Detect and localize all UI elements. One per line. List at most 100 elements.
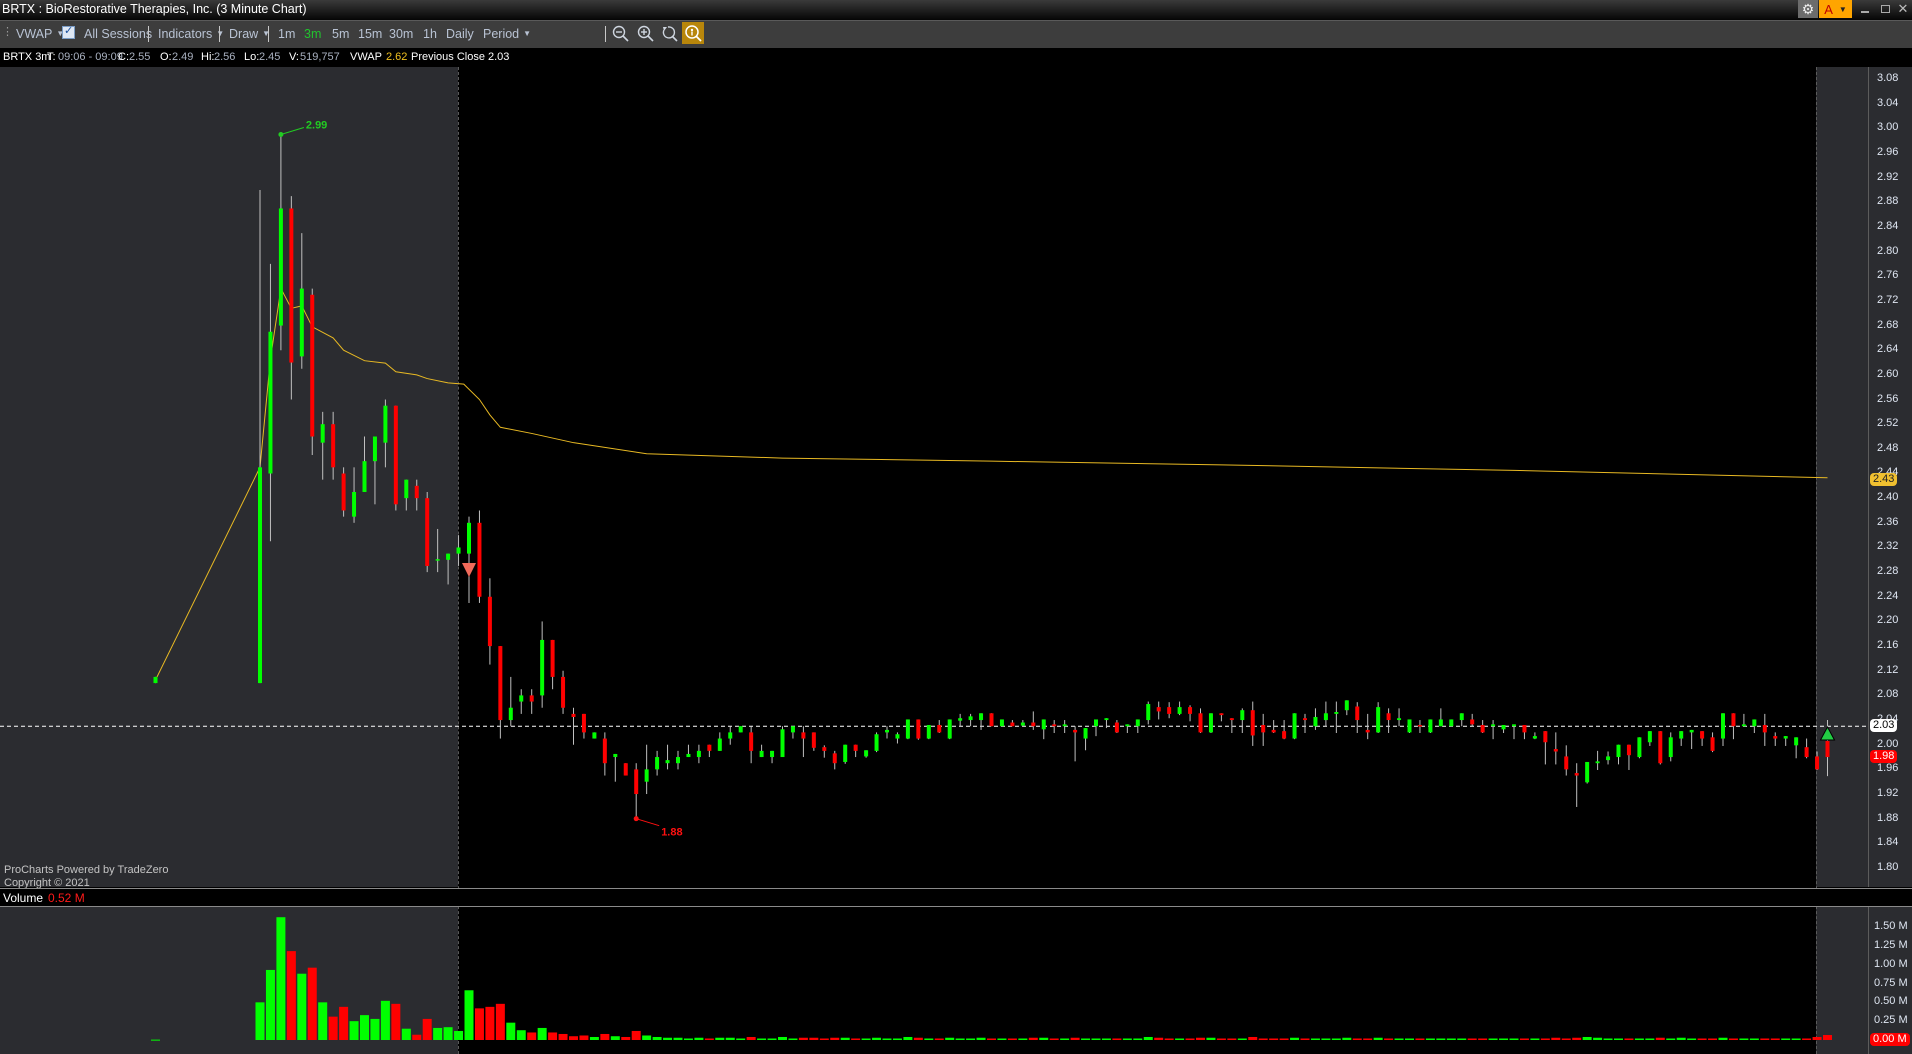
candle-body	[519, 695, 524, 702]
candle-body	[770, 750, 775, 758]
candle-body	[561, 676, 566, 708]
candle-body	[1397, 718, 1402, 721]
volume-bar	[1237, 1038, 1247, 1040]
last-price-badge: 1.98	[1870, 750, 1898, 764]
candle-body	[1219, 713, 1224, 716]
volume-bar	[987, 1038, 996, 1040]
candle-body	[853, 744, 858, 751]
candle-body	[874, 734, 879, 751]
volume-bar	[1321, 1038, 1331, 1040]
volume-bar	[1478, 1038, 1488, 1040]
volume-bar	[892, 1038, 902, 1040]
candle-body	[1229, 718, 1234, 721]
candle-body	[1574, 773, 1579, 776]
low-marker-label: 1.88	[661, 827, 682, 839]
volume-bar	[286, 951, 296, 1040]
candle-body	[1020, 722, 1025, 726]
candle-body	[1783, 736, 1788, 739]
price-tick-label: 2.60	[1877, 367, 1899, 380]
volume-bar	[1175, 1038, 1185, 1040]
candle-body	[1041, 719, 1046, 730]
candle-body	[1031, 722, 1036, 727]
volume-bar	[537, 1027, 547, 1040]
volume-bar	[474, 1008, 484, 1040]
volume-bar	[495, 1003, 505, 1040]
candle-body	[529, 695, 534, 702]
candle-body	[1501, 724, 1506, 730]
candle-body	[1386, 713, 1391, 721]
volume-bar	[1196, 1037, 1205, 1040]
volume-bar	[819, 1038, 829, 1040]
candle-body	[1376, 707, 1381, 733]
price-tick-label: 2.36	[1877, 515, 1899, 528]
volume-bar	[1781, 1038, 1791, 1040]
candle-body	[1522, 724, 1527, 733]
volume-bar	[600, 1033, 610, 1040]
candle-body	[372, 436, 377, 462]
volume-bar	[558, 1033, 568, 1040]
candle-body	[1668, 737, 1673, 758]
candle-body	[1637, 737, 1642, 758]
volume-bar	[934, 1038, 944, 1040]
candle-body	[895, 734, 900, 739]
candle-body	[1700, 731, 1705, 739]
candle-body	[1762, 724, 1767, 733]
volume-bar	[924, 1038, 934, 1040]
volume-bar	[1530, 1038, 1540, 1040]
volume-bar	[1802, 1038, 1812, 1040]
volume-tick-label: 1.25 M	[1874, 938, 1908, 951]
price-tick-label: 1.84	[1877, 836, 1899, 849]
volume-bar	[412, 1034, 422, 1040]
candle-body	[299, 288, 304, 357]
candle-body	[362, 461, 367, 492]
volume-bar	[297, 973, 307, 1040]
candle-body	[832, 753, 837, 764]
volume-bar	[360, 1015, 369, 1040]
volume-bar	[1216, 1038, 1226, 1040]
volume-bar	[1310, 1038, 1320, 1040]
candle-body	[467, 522, 471, 554]
volume-bar	[955, 1038, 965, 1040]
volume-bar	[1666, 1038, 1676, 1040]
volume-bar	[1812, 1036, 1822, 1040]
candle-body	[1146, 704, 1151, 721]
volume-bar	[506, 1022, 516, 1040]
candle-body	[278, 208, 283, 326]
volume-bar	[1007, 1038, 1017, 1040]
candle-body	[320, 424, 325, 443]
candle-body	[958, 718, 963, 721]
volume-bar	[1551, 1037, 1561, 1040]
candle-body	[1804, 747, 1809, 758]
volume-bar	[1352, 1038, 1362, 1040]
volume-bar	[673, 1037, 683, 1040]
volume-bar	[1593, 1037, 1603, 1040]
volume-bar	[1425, 1038, 1435, 1040]
candle-body	[258, 467, 262, 684]
price-tick-label: 2.92	[1877, 170, 1899, 183]
candle-body	[696, 750, 701, 758]
volume-bar	[1206, 1037, 1216, 1040]
candle-body	[352, 491, 357, 517]
high-marker-label: 2.99	[306, 119, 327, 131]
vwap-price-badge: 2.43	[1870, 472, 1898, 486]
volume-bar	[1687, 1038, 1697, 1040]
candle-body	[498, 646, 503, 721]
volume-bar	[454, 1030, 464, 1040]
price-tick-label: 2.52	[1877, 417, 1899, 430]
candle-body	[1428, 719, 1433, 733]
candle-body	[634, 769, 639, 795]
candle-body	[1125, 724, 1130, 727]
volume-bar	[1342, 1037, 1352, 1040]
volume-bar	[1300, 1038, 1310, 1040]
volume-bar	[809, 1037, 819, 1040]
volume-bar	[1572, 1037, 1582, 1040]
candle-body	[331, 424, 336, 468]
price-tick-label: 2.64	[1877, 343, 1899, 356]
candle-body	[341, 473, 346, 511]
volume-bar	[1436, 1038, 1446, 1040]
candle-body	[811, 732, 816, 748]
candle-body	[414, 485, 419, 499]
volume-bar	[1467, 1038, 1477, 1040]
candle-body	[435, 559, 440, 561]
volume-bar	[1248, 1036, 1258, 1040]
